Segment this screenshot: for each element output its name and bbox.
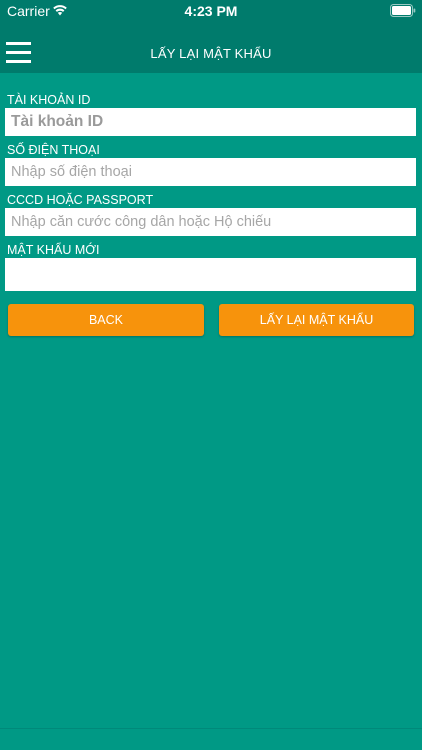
phone-label: SỐ ĐIỆN THOẠI xyxy=(7,143,100,157)
back-button[interactable]: BACK xyxy=(8,304,204,336)
new-password-label: MẬT KHẨU MỚI xyxy=(7,243,100,257)
phone-input[interactable] xyxy=(5,158,416,186)
status-time: 4:23 PM xyxy=(184,3,238,19)
status-bar: Carrier 4:23 PM xyxy=(0,0,422,24)
battery-icon xyxy=(390,4,416,17)
account-id-input[interactable] xyxy=(5,108,416,136)
id-card-input[interactable] xyxy=(5,208,416,236)
recover-password-button[interactable]: LẤY LẠI MẬT KHẨU xyxy=(219,304,414,336)
bottom-divider xyxy=(0,728,422,729)
new-password-input[interactable] xyxy=(5,258,416,291)
recover-password-screen: Carrier 4:23 PM LẤY LẠI MẬT KHẨU TÀI KHO… xyxy=(0,0,422,750)
hamburger-menu-icon xyxy=(6,42,31,45)
id-card-label: CCCD HOẶC PASSPORT xyxy=(7,193,154,207)
account-id-label: TÀI KHOẢN ID xyxy=(7,93,91,107)
page-title: LẤY LẠI MẬT KHẨU xyxy=(150,46,272,61)
